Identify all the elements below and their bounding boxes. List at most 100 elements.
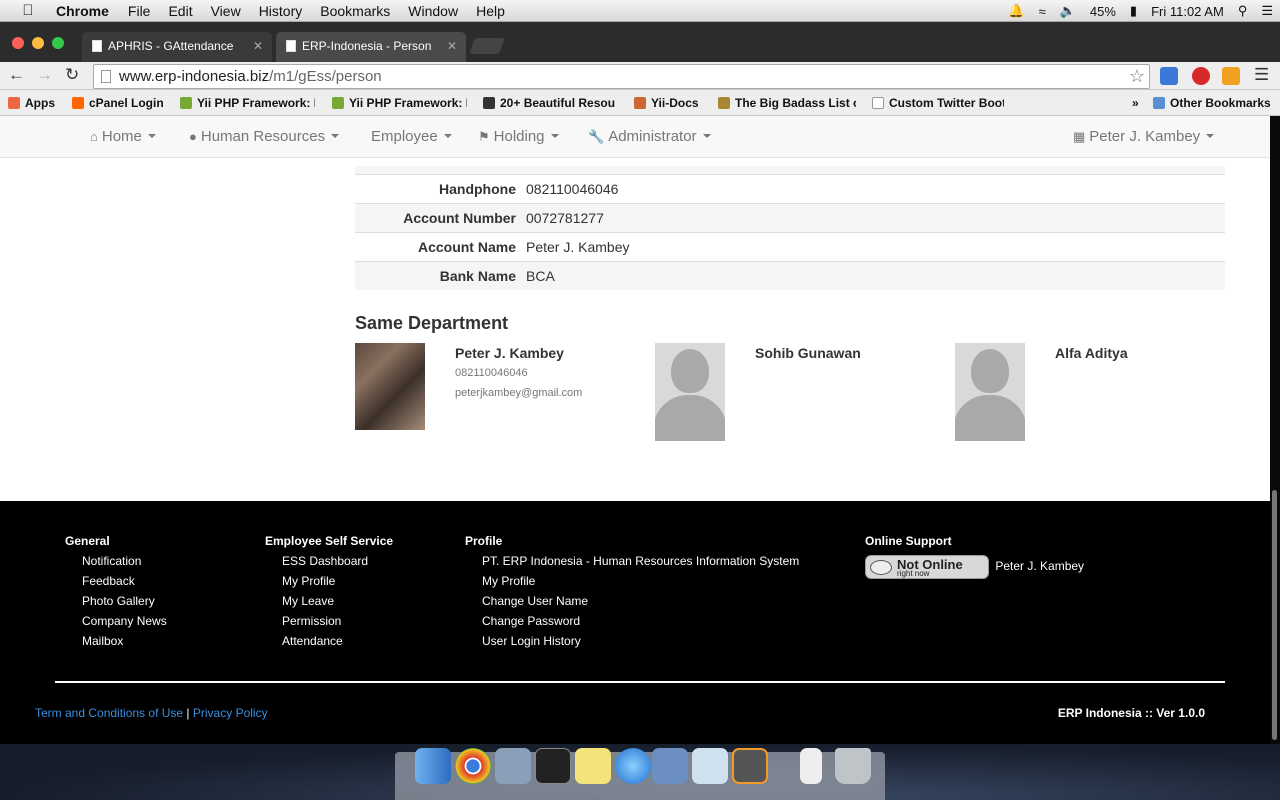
terms-link[interactable]: Term and Conditions of Use bbox=[35, 706, 183, 720]
nav-user-menu[interactable]: ▦ Peter J. Kambey bbox=[1073, 128, 1215, 145]
menu-bookmarks[interactable]: Bookmarks bbox=[311, 3, 399, 19]
bookmark-beautiful-resources[interactable]: 20+ Beautiful Resou bbox=[483, 96, 618, 110]
chrome-menu-icon[interactable]: ☰ bbox=[1254, 65, 1269, 85]
footer-profile: Profile PT. ERP Indonesia - Human Resour… bbox=[465, 534, 799, 655]
footer-link-ess-dashboard[interactable]: ESS Dashboard bbox=[265, 555, 393, 575]
privacy-link[interactable]: Privacy Policy bbox=[193, 706, 268, 720]
footer-link-company-news[interactable]: Company News bbox=[65, 615, 167, 635]
bookmark-other-bookmarks[interactable]: Other Bookmarks bbox=[1153, 96, 1271, 110]
menu-app-name[interactable]: Chrome bbox=[56, 3, 119, 19]
site-navbar: ⌂ Home ● Human Resources Employee ⚑ Holding… bbox=[0, 116, 1270, 158]
footer-link-mailbox[interactable]: Mailbox bbox=[65, 635, 167, 655]
bookmark-big-badass-list[interactable]: The Big Badass List o bbox=[718, 96, 856, 110]
support-contact-name: Peter J. Kambey bbox=[995, 559, 1085, 574]
avatar[interactable] bbox=[355, 343, 425, 430]
footer-link-my-profile[interactable]: My Profile bbox=[265, 575, 393, 595]
footer-link-login-history[interactable]: User Login History bbox=[465, 635, 799, 655]
footer-heading: General bbox=[65, 534, 110, 548]
menu-help[interactable]: Help bbox=[467, 3, 514, 19]
docs-icon bbox=[634, 97, 646, 109]
nav-home[interactable]: ⌂ Home bbox=[90, 128, 156, 145]
apple-icon[interactable]:  bbox=[0, 2, 56, 19]
tab-erp-indonesia[interactable]: ERP-Indonesia - Person GE ✕ bbox=[276, 32, 466, 81]
footer-link-attendance[interactable]: Attendance bbox=[265, 635, 393, 655]
wifi-icon[interactable]: ≈ bbox=[1032, 4, 1053, 19]
bookmark-apps[interactable]: Apps bbox=[8, 96, 55, 110]
footer-link-my-profile[interactable]: My Profile bbox=[465, 575, 799, 595]
clock[interactable]: Fri 11:02 AM bbox=[1144, 4, 1231, 19]
box-icon[interactable] bbox=[692, 748, 728, 784]
scrollbar-thumb[interactable] bbox=[1272, 490, 1277, 740]
footer-link-my-leave[interactable]: My Leave bbox=[265, 595, 393, 615]
menu-history[interactable]: History bbox=[250, 3, 312, 19]
virtualbox-icon[interactable] bbox=[652, 748, 688, 784]
cpanel-icon bbox=[72, 97, 84, 109]
footer-link-photo-gallery[interactable]: Photo Gallery bbox=[65, 595, 167, 615]
menu-edit[interactable]: Edit bbox=[159, 3, 201, 19]
version-text: ERP Indonesia :: Ver 1.0.0 bbox=[1057, 706, 1205, 720]
bookmark-star-icon[interactable]: ☆ bbox=[1129, 65, 1145, 88]
bookmark-yii-framework-1[interactable]: Yii PHP Framework: B bbox=[180, 96, 315, 110]
sql-file-icon[interactable] bbox=[800, 748, 822, 784]
menu-view[interactable]: View bbox=[202, 3, 250, 19]
nav-holding[interactable]: ⚑ Holding bbox=[478, 128, 559, 145]
bookmark-cpanel[interactable]: cPanel Login bbox=[72, 96, 164, 110]
sublime-text-icon[interactable] bbox=[732, 748, 768, 784]
volume-icon[interactable]: 🔈 bbox=[1053, 3, 1083, 19]
zoom-window-button[interactable] bbox=[52, 37, 64, 49]
new-tab-button[interactable] bbox=[469, 38, 505, 54]
close-window-button[interactable] bbox=[12, 37, 24, 49]
trash-icon[interactable] bbox=[835, 748, 871, 784]
footer-link-change-user-name[interactable]: Change User Name bbox=[465, 595, 799, 615]
footer-link-feedback[interactable]: Feedback bbox=[65, 575, 167, 595]
firebug-extension-icon[interactable] bbox=[1222, 67, 1240, 85]
bookmark-yii-docs[interactable]: Yii-Docs bbox=[634, 96, 699, 110]
colleague-card[interactable]: Peter J. Kambey 082110046046 peterjkambe… bbox=[355, 343, 655, 443]
forward-arrow-icon[interactable]: → bbox=[36, 65, 53, 85]
notification-bell-icon[interactable]: 🔔 bbox=[1001, 3, 1031, 19]
menu-window[interactable]: Window bbox=[399, 3, 467, 19]
colleague-name[interactable]: Sohib Gunawan bbox=[755, 345, 861, 361]
translate-extension-icon[interactable] bbox=[1160, 67, 1178, 85]
colleague-card[interactable]: Sohib Gunawan bbox=[655, 343, 955, 443]
bookmark-custom-twitter-boot[interactable]: Custom Twitter Boot bbox=[872, 96, 1004, 110]
close-tab-icon[interactable]: ✕ bbox=[253, 32, 263, 60]
close-tab-icon[interactable]: ✕ bbox=[447, 32, 457, 60]
colleague-name[interactable]: Peter J. Kambey bbox=[455, 345, 564, 361]
terminal-icon[interactable] bbox=[535, 748, 571, 784]
chrome-icon[interactable] bbox=[455, 748, 491, 784]
online-status-badge[interactable]: Not Online right now bbox=[865, 555, 989, 579]
colleague-card[interactable]: Alfa Aditya bbox=[955, 343, 1255, 443]
nav-human-resources[interactable]: ● Human Resources bbox=[189, 128, 340, 145]
detail-label: Bank Name bbox=[439, 267, 516, 284]
footer-link-change-password[interactable]: Change Password bbox=[465, 615, 799, 635]
reload-icon[interactable]: ↻ bbox=[65, 65, 79, 85]
page-scrollbar[interactable] bbox=[1270, 116, 1280, 744]
menu-file[interactable]: File bbox=[119, 3, 160, 19]
bookmark-yii-framework-2[interactable]: Yii PHP Framework: D bbox=[332, 96, 467, 110]
battery-percent[interactable]: 45% bbox=[1083, 4, 1123, 19]
colleague-name[interactable]: Alfa Aditya bbox=[1055, 345, 1128, 361]
footer-link-permission[interactable]: Permission bbox=[265, 615, 393, 635]
battery-icon: ▮ bbox=[1129, 3, 1138, 18]
detail-value: BCA bbox=[526, 267, 555, 284]
avatar-placeholder[interactable] bbox=[955, 343, 1025, 441]
notification-center-icon[interactable]: ☰ bbox=[1254, 3, 1280, 19]
footer-link-company-info[interactable]: PT. ERP Indonesia - Human Resources Info… bbox=[465, 555, 799, 575]
spotlight-search-icon[interactable]: ⚲ bbox=[1231, 3, 1255, 19]
minimize-window-button[interactable] bbox=[32, 37, 44, 49]
finder-icon[interactable] bbox=[415, 748, 451, 784]
back-arrow-icon[interactable]: ← bbox=[8, 65, 25, 85]
bookmarks-overflow-chevron[interactable]: » bbox=[1132, 96, 1139, 110]
footer-general: General Notification Feedback Photo Gall… bbox=[65, 534, 167, 655]
address-bar[interactable]: www.erp-indonesia.biz/m1/gEss/person ☆ bbox=[93, 64, 1150, 89]
adblock-extension-icon[interactable] bbox=[1192, 67, 1210, 85]
stickies-icon[interactable] bbox=[575, 748, 611, 784]
itunes-icon[interactable] bbox=[615, 748, 651, 784]
avatar-placeholder[interactable] bbox=[655, 343, 725, 441]
tab-aphris[interactable]: APHRIS - GAttendance ✕ bbox=[82, 32, 272, 62]
nav-administrator[interactable]: 🔧 Administrator bbox=[588, 128, 711, 145]
footer-link-notification[interactable]: Notification bbox=[65, 555, 167, 575]
mail-icon[interactable] bbox=[495, 748, 531, 784]
nav-employee[interactable]: Employee bbox=[371, 128, 452, 145]
